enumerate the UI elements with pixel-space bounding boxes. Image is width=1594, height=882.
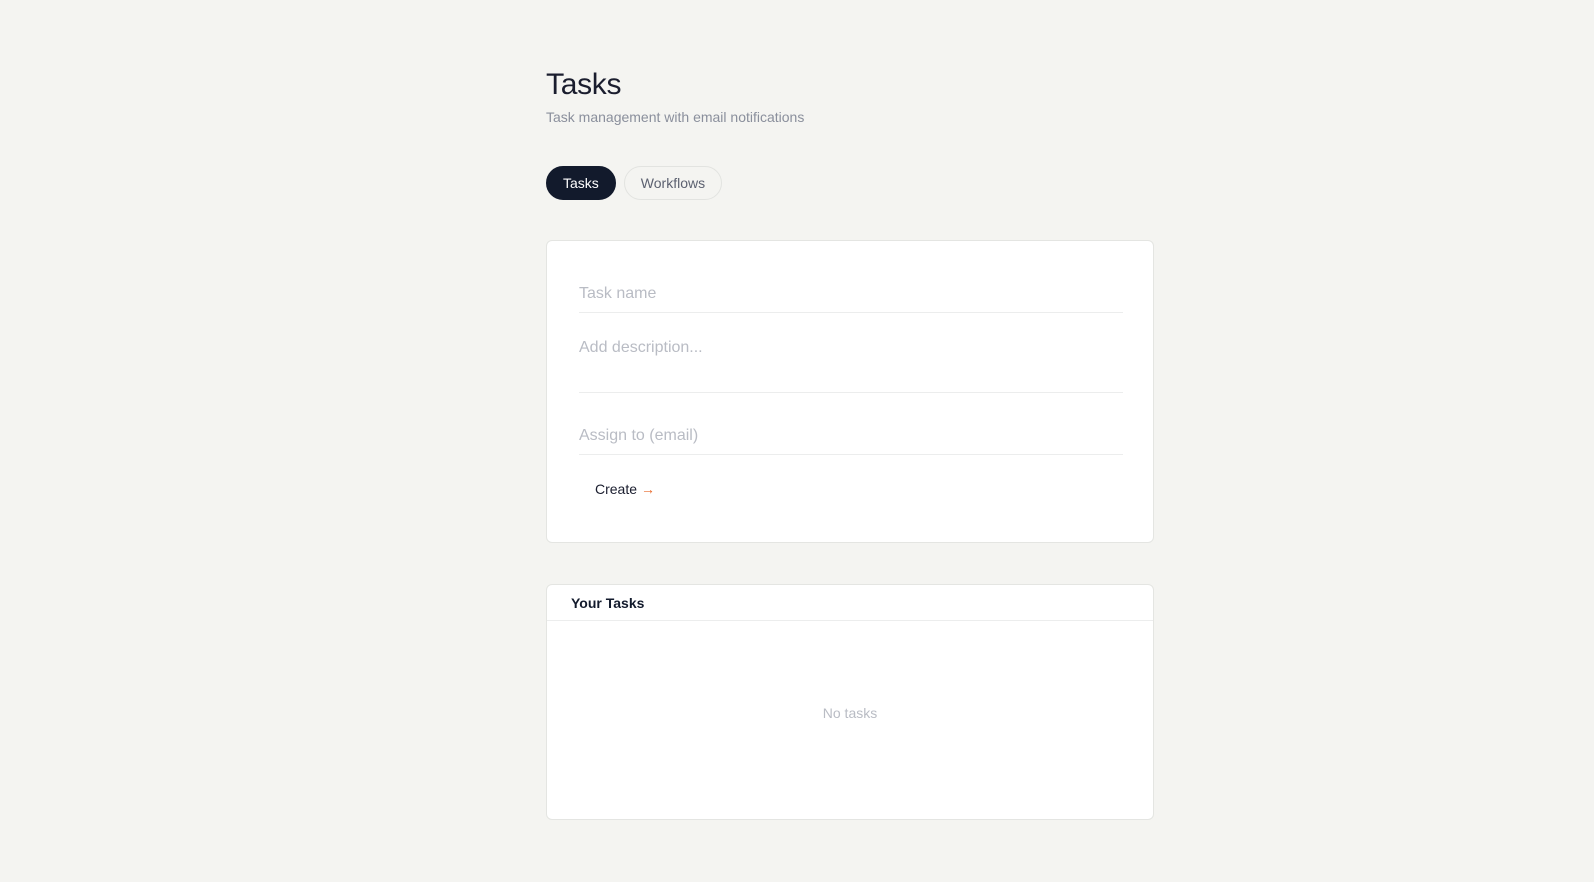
task-name-input[interactable] [579, 275, 1123, 313]
create-button[interactable]: Create → [595, 479, 655, 499]
description-textarea[interactable] [579, 333, 1123, 393]
page-title: Tasks [546, 68, 622, 101]
page-subtitle: Task management with email notifications [546, 109, 805, 125]
page: Tasks Task management with email notific… [0, 0, 1594, 882]
task-list-title: Your Tasks [547, 585, 1153, 621]
tab-tasks[interactable]: Tasks [546, 166, 616, 200]
create-button-label: Create [595, 481, 638, 497]
arrow-right-icon: → [641, 481, 656, 497]
assign-email-input[interactable] [579, 417, 1123, 455]
empty-state-text: No tasks [822, 705, 878, 721]
task-list-card: Your Tasks No tasks [546, 584, 1154, 820]
tab-bar: Tasks Workflows [546, 166, 723, 200]
tab-workflows[interactable]: Workflows [623, 166, 723, 200]
create-task-card: Create → [546, 240, 1154, 543]
